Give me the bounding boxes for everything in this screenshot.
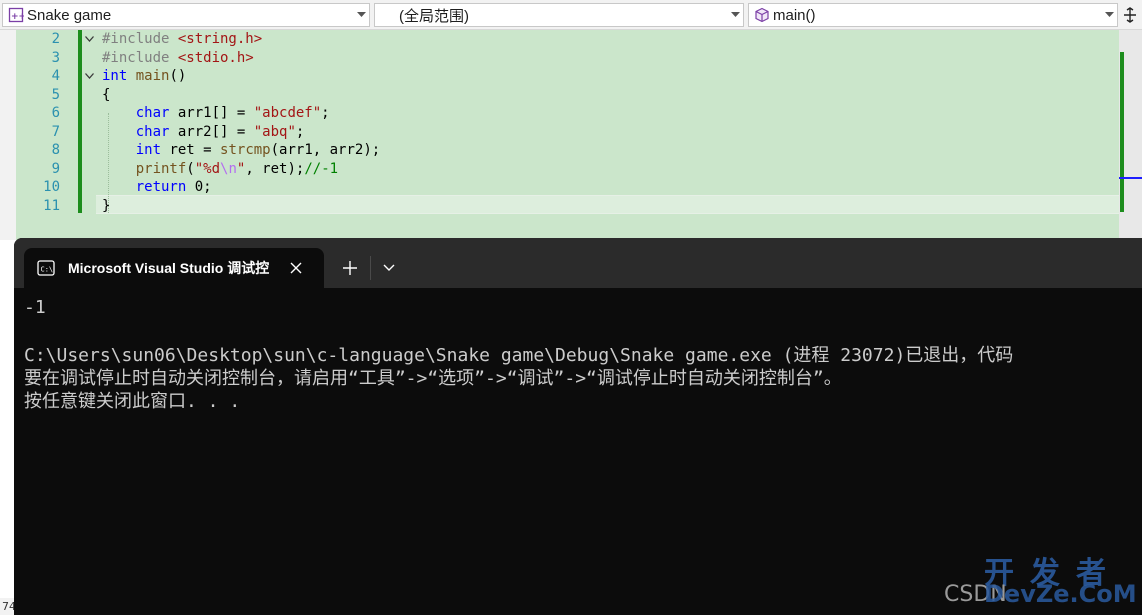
code-token: strcmp [220,142,271,158]
terminal-tab-title: Microsoft Visual Studio 调试控 [68,260,270,276]
line-number: 2 [51,31,60,47]
code-token: //-1 [304,160,339,177]
code-token: ( [186,160,195,177]
code-token: <string.h> [177,31,263,47]
code-token: int [102,68,128,84]
caret-position-marker [1119,177,1142,179]
member-dropdown[interactable]: main() [748,3,1118,27]
split-window-button[interactable] [1120,4,1140,26]
console-line: 要在调试停止时自动关闭控制台，请启用“工具”->“选项”->“调试”->“调试停… [24,368,842,389]
line-number: 4 [51,68,60,84]
line-number: 7 [51,123,60,140]
code-token: () [169,68,187,84]
code-line[interactable]: #include <stdio.h> [102,49,254,68]
chevron-down-icon[interactable] [727,12,743,18]
code-token: } [102,197,111,214]
code-token: printf [135,160,187,177]
scroll-change-marker [1120,52,1124,212]
code-token: arr1[] = [169,105,254,121]
scope-dropdown[interactable]: (全局范围) [374,3,744,27]
project-name: Snake game [27,6,112,24]
code-line[interactable]: int ret = strcmp(arr1, arr2); [102,141,380,160]
c-project-icon: ++ [8,7,24,23]
code-token: "abq" [253,123,296,140]
code-token: ; [321,105,330,121]
code-token: char [135,105,170,121]
code-token: , ret); [245,160,305,177]
terminal-tab-bar: C:\ Microsoft Visual Studio 调试控 [14,238,1142,288]
line-number: 3 [51,49,60,66]
line-number: 6 [51,105,60,121]
svg-text:C:\: C:\ [41,266,54,274]
code-token: "abcdef" [253,105,322,121]
line-number: 9 [51,160,60,177]
current-line-highlight [96,195,1119,214]
code-token: return [135,179,187,195]
vertical-scrollbar[interactable] [1119,30,1142,240]
line-number: 8 [51,142,60,158]
member-name: main() [773,6,816,24]
chevron-down-icon [383,264,395,271]
code-token: #include [102,49,178,66]
console-line: C:\Users\sun06\Desktop\sun\c-language\Sn… [24,345,1014,366]
console-line: 按任意键关闭此窗口. . . [24,391,241,412]
code-token: #include [102,31,178,47]
status-line-indicator: 74 [0,598,14,615]
scope-label: (全局范围) [399,7,469,25]
new-tab-button[interactable] [338,256,362,280]
code-token: (arr1, arr2); [270,142,381,158]
console-icon: C:\ [36,258,56,278]
plus-icon [343,261,357,275]
code-line[interactable]: #include <string.h> [102,30,262,49]
tab-dropdown-button[interactable] [378,256,400,280]
code-token: \n [220,160,237,177]
close-icon[interactable] [286,258,306,278]
split-icon [1124,7,1136,23]
line-number: 11 [43,197,60,214]
code-token: arr2[] = [169,123,254,140]
code-token: { [102,86,111,103]
change-tracking-bar [78,30,82,213]
code-editor[interactable]: 2 #include <string.h> 3 #include <stdio.h> 4… [0,30,1142,240]
code-token: int [135,142,162,158]
code-line[interactable]: int main() [102,67,186,86]
code-token: char [135,123,170,140]
tab-separator [370,256,371,280]
code-line[interactable]: printf("%d\n", ret);//-1 [102,160,338,179]
indicator-margin [0,30,16,240]
cube-icon [754,7,770,23]
code-line[interactable]: { [102,86,110,105]
line-number: 10 [43,179,60,195]
code-token: "%d [194,160,221,177]
collapse-icon[interactable] [84,70,95,81]
code-token: ; [295,123,305,140]
watermark-devze: DevZe.CoM [984,580,1137,608]
chevron-down-icon[interactable] [1101,12,1117,18]
code-line[interactable]: return 0; [102,178,212,197]
line-number: 5 [51,86,60,103]
code-line[interactable]: char arr2[] = "abq"; [102,123,305,142]
navigation-bar: ++ Snake game (全局范围) main() [0,0,1142,30]
console-output[interactable]: -1 C:\Users\sun06\Desktop\sun\c-language… [14,288,1142,615]
collapse-icon[interactable] [84,33,95,44]
terminal-tab[interactable]: C:\ Microsoft Visual Studio 调试控 [24,248,324,288]
code-line[interactable]: } [102,197,110,216]
svg-text:++: ++ [11,12,24,22]
project-dropdown[interactable]: ++ Snake game [2,3,370,27]
code-token: main [135,68,170,84]
code-token: ret = [161,142,221,158]
chevron-down-icon[interactable] [353,12,369,18]
console-line: -1 [24,297,46,318]
terminal-window: C:\ Microsoft Visual Studio 调试控 -1 C:\Us… [14,238,1142,615]
code-token: <stdio.h> [177,49,254,66]
code-token: 0; [186,179,212,195]
code-line[interactable]: char arr1[] = "abcdef"; [102,104,330,123]
